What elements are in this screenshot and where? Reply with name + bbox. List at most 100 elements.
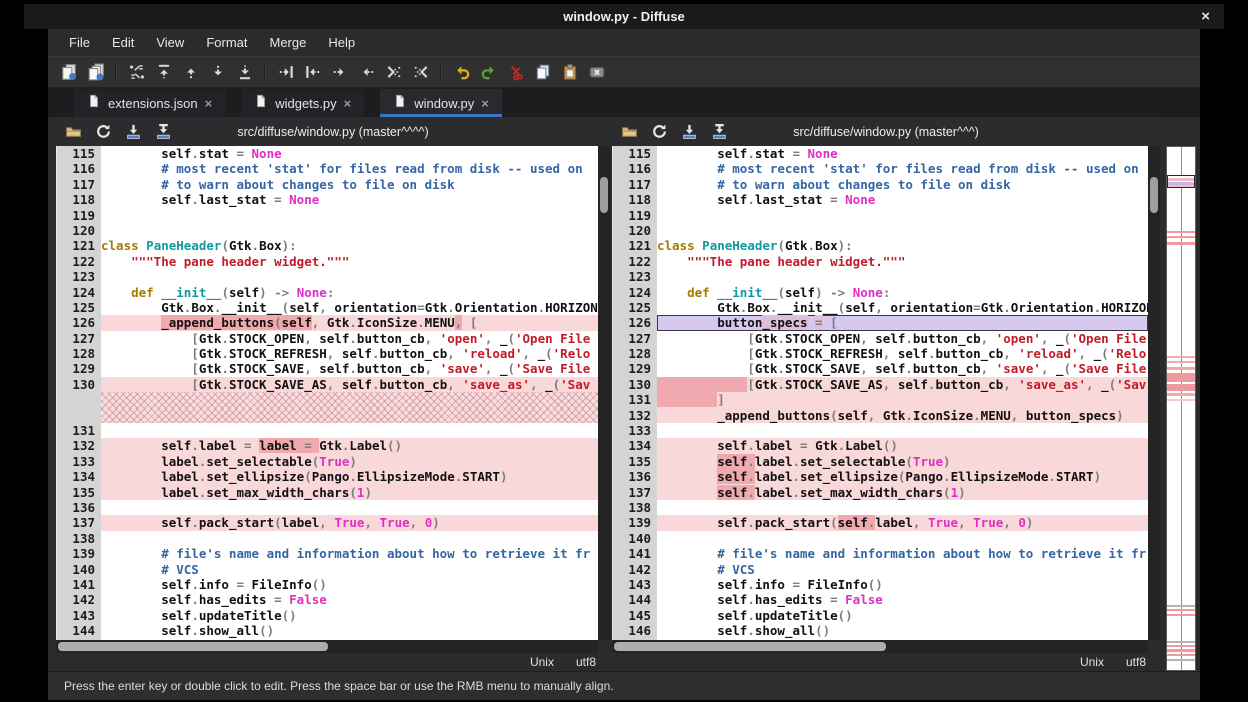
code-line-121[interactable]: class PaneHeader(Gtk.Box):: [657, 238, 1148, 253]
code-line-143[interactable]: self.updateTitle(): [101, 608, 598, 623]
code-line-116[interactable]: # most recent 'stat' for files read from…: [657, 161, 1148, 176]
right-horizontal-scrollbar[interactable]: [612, 640, 1148, 653]
code-line-121[interactable]: class PaneHeader(Gtk.Box):: [101, 238, 598, 253]
code-line-128[interactable]: [Gtk.STOCK_REFRESH, self.button_cb, 'rel…: [657, 346, 1148, 361]
left-pane-reload-file-button[interactable]: [94, 122, 113, 141]
code-line-129[interactable]: [Gtk.STOCK_SAVE, self.button_cb, 'save',…: [101, 361, 598, 376]
menu-item-format[interactable]: Format: [195, 35, 258, 50]
cut-button[interactable]: [503, 60, 528, 84]
code-line-146[interactable]: self.show_all(): [657, 623, 1148, 638]
code-line-131[interactable]: ]: [657, 392, 1148, 407]
left-horizontal-scrollbar[interactable]: [56, 640, 598, 653]
code-line-138[interactable]: [101, 531, 598, 546]
tab-close-icon[interactable]: ×: [344, 96, 352, 111]
realign-all-button[interactable]: [124, 60, 149, 84]
code-line-117[interactable]: # to warn about changes to file on disk: [101, 177, 598, 192]
code-line-137[interactable]: self.label.set_max_width_chars(1): [657, 485, 1148, 500]
code-line-141[interactable]: self.info = FileInfo(): [101, 577, 598, 592]
code-line-142[interactable]: self.has_edits = False: [101, 592, 598, 607]
code-line-136[interactable]: self.label.set_ellipsize(Pango.Ellipsize…: [657, 469, 1148, 484]
right-horizontal-scrollbar-thumb[interactable]: [614, 642, 886, 651]
code-line-118[interactable]: self.last_stat = None: [657, 192, 1148, 207]
tab-widgets-py[interactable]: widgets.py×: [241, 89, 364, 117]
code-line-120[interactable]: [101, 223, 598, 238]
alignment-gap-row[interactable]: [101, 392, 598, 407]
left-vertical-scrollbar[interactable]: [598, 146, 610, 640]
first-difference-button[interactable]: [151, 60, 176, 84]
next-difference-button[interactable]: [205, 60, 230, 84]
code-line-126[interactable]: button_specs = [: [657, 315, 1148, 330]
code-line-116[interactable]: # most recent 'stat' for files read from…: [101, 161, 598, 176]
copy-selection-right-button[interactable]: [273, 60, 298, 84]
diff-overview-map[interactable]: [1166, 146, 1196, 671]
code-line-125[interactable]: Gtk.Box.__init__(self, orientation=Gtk.O…: [101, 300, 598, 315]
code-line-135[interactable]: self.label.set_selectable(True): [657, 454, 1148, 469]
right-vertical-scrollbar-thumb[interactable]: [1150, 177, 1158, 213]
code-line-144[interactable]: self.has_edits = False: [657, 592, 1148, 607]
code-line-122[interactable]: """The pane header widget.""": [101, 254, 598, 269]
previous-difference-button[interactable]: [178, 60, 203, 84]
code-line-139[interactable]: # file's name and information about how …: [101, 546, 598, 561]
new-2way-file-merge-button[interactable]: [56, 60, 81, 84]
code-line-143[interactable]: self.info = FileInfo(): [657, 577, 1148, 592]
code-line-133[interactable]: [657, 423, 1148, 438]
copy-left-into-selection-button[interactable]: [327, 60, 352, 84]
merge-from-left-then-right-button[interactable]: [381, 60, 406, 84]
code-line-135[interactable]: label.set_max_width_chars(1): [101, 485, 598, 500]
code-line-128[interactable]: [Gtk.STOCK_REFRESH, self.button_cb, 'rel…: [101, 346, 598, 361]
right-code-editor[interactable]: self.stat = None # most recent 'stat' fo…: [657, 146, 1148, 640]
code-line-133[interactable]: label.set_selectable(True): [101, 454, 598, 469]
code-line-130[interactable]: [Gtk.STOCK_SAVE_AS, self.button_cb, 'sav…: [101, 377, 598, 392]
code-line-139[interactable]: self.pack_start(self.label, True, True, …: [657, 515, 1148, 530]
tab-close-icon[interactable]: ×: [481, 96, 489, 111]
code-line-131[interactable]: [101, 423, 598, 438]
left-code-editor[interactable]: self.stat = None # most recent 'stat' fo…: [101, 146, 598, 640]
code-line-137[interactable]: self.pack_start(label, True, True, 0): [101, 515, 598, 530]
code-line-144[interactable]: self.show_all(): [101, 623, 598, 638]
menu-item-edit[interactable]: Edit: [101, 35, 145, 50]
tab-close-icon[interactable]: ×: [205, 96, 213, 111]
code-line-145[interactable]: self.updateTitle(): [657, 608, 1148, 623]
copy-right-into-selection-button[interactable]: [354, 60, 379, 84]
code-line-141[interactable]: # file's name and information about how …: [657, 546, 1148, 561]
code-line-124[interactable]: def __init__(self) -> None:: [101, 285, 598, 300]
code-line-115[interactable]: self.stat = None: [101, 146, 598, 161]
code-line-119[interactable]: [657, 208, 1148, 223]
alignment-gap-row[interactable]: [101, 408, 598, 423]
tab-window-py[interactable]: window.py×: [380, 89, 502, 117]
code-line-140[interactable]: [657, 531, 1148, 546]
right-vertical-scrollbar[interactable]: [1148, 146, 1160, 640]
code-line-136[interactable]: [101, 500, 598, 515]
left-vertical-scrollbar-thumb[interactable]: [600, 177, 608, 213]
paste-button[interactable]: [557, 60, 582, 84]
menu-item-help[interactable]: Help: [317, 35, 366, 50]
code-line-138[interactable]: [657, 500, 1148, 515]
code-line-127[interactable]: [Gtk.STOCK_OPEN, self.button_cb, 'open',…: [657, 331, 1148, 346]
tab-extensions-json[interactable]: extensions.json×: [74, 89, 225, 117]
code-line-125[interactable]: Gtk.Box.__init__(self, orientation=Gtk.O…: [657, 300, 1148, 315]
code-line-124[interactable]: def __init__(self) -> None:: [657, 285, 1148, 300]
code-line-142[interactable]: # VCS: [657, 562, 1148, 577]
undo-button[interactable]: [449, 60, 474, 84]
code-line-132[interactable]: _append_buttons(self, Gtk.IconSize.MENU,…: [657, 408, 1148, 423]
code-line-134[interactable]: label.set_ellipsize(Pango.EllipsizeMode.…: [101, 469, 598, 484]
right-pane-save-file-as-button[interactable]: [710, 122, 729, 141]
code-line-129[interactable]: [Gtk.STOCK_SAVE, self.button_cb, 'save',…: [657, 361, 1148, 376]
code-line-122[interactable]: """The pane header widget.""": [657, 254, 1148, 269]
code-line-119[interactable]: [101, 208, 598, 223]
left-pane-save-file-as-button[interactable]: [154, 122, 173, 141]
code-line-117[interactable]: # to warn about changes to file on disk: [657, 177, 1148, 192]
code-line-127[interactable]: [Gtk.STOCK_OPEN, self.button_cb, 'open',…: [101, 331, 598, 346]
code-line-123[interactable]: [101, 269, 598, 284]
code-line-120[interactable]: [657, 223, 1148, 238]
left-horizontal-scrollbar-thumb[interactable]: [58, 642, 328, 651]
copy-button[interactable]: [530, 60, 555, 84]
new-3way-file-merge-button[interactable]: [83, 60, 108, 84]
copy-selection-left-button[interactable]: [300, 60, 325, 84]
code-line-123[interactable]: [657, 269, 1148, 284]
code-line-118[interactable]: self.last_stat = None: [101, 192, 598, 207]
right-pane-reload-file-button[interactable]: [650, 122, 669, 141]
code-line-115[interactable]: self.stat = None: [657, 146, 1148, 161]
code-line-130[interactable]: [Gtk.STOCK_SAVE_AS, self.button_cb, 'sav…: [657, 377, 1148, 392]
clear-edits-button[interactable]: [584, 60, 609, 84]
